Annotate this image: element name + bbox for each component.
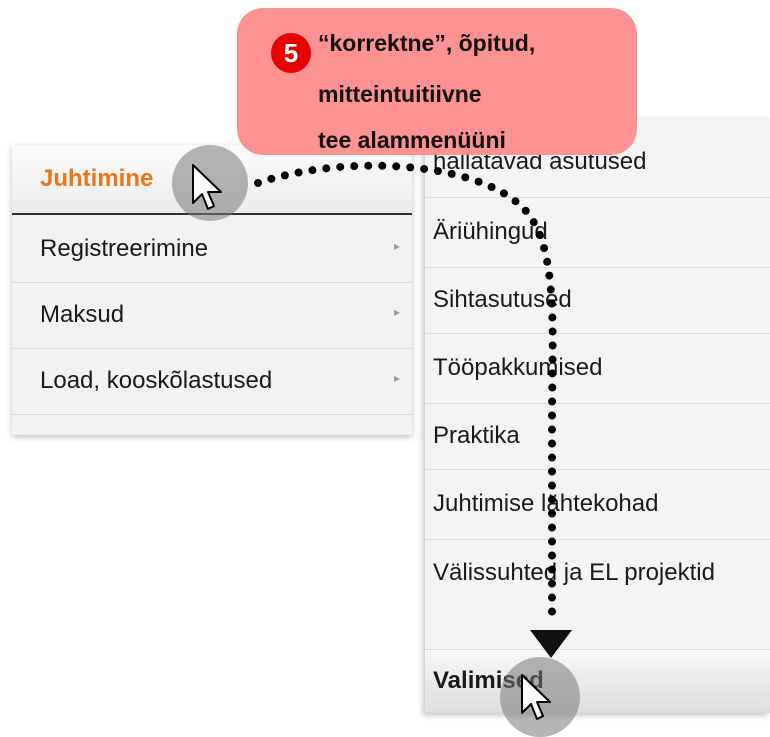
cursor-arrow-icon bbox=[521, 674, 551, 720]
cursor-arrow-icon bbox=[192, 164, 222, 210]
navigation-path bbox=[254, 161, 572, 658]
arrowhead-down-icon bbox=[530, 630, 572, 658]
dotted-path-line bbox=[254, 161, 557, 629]
